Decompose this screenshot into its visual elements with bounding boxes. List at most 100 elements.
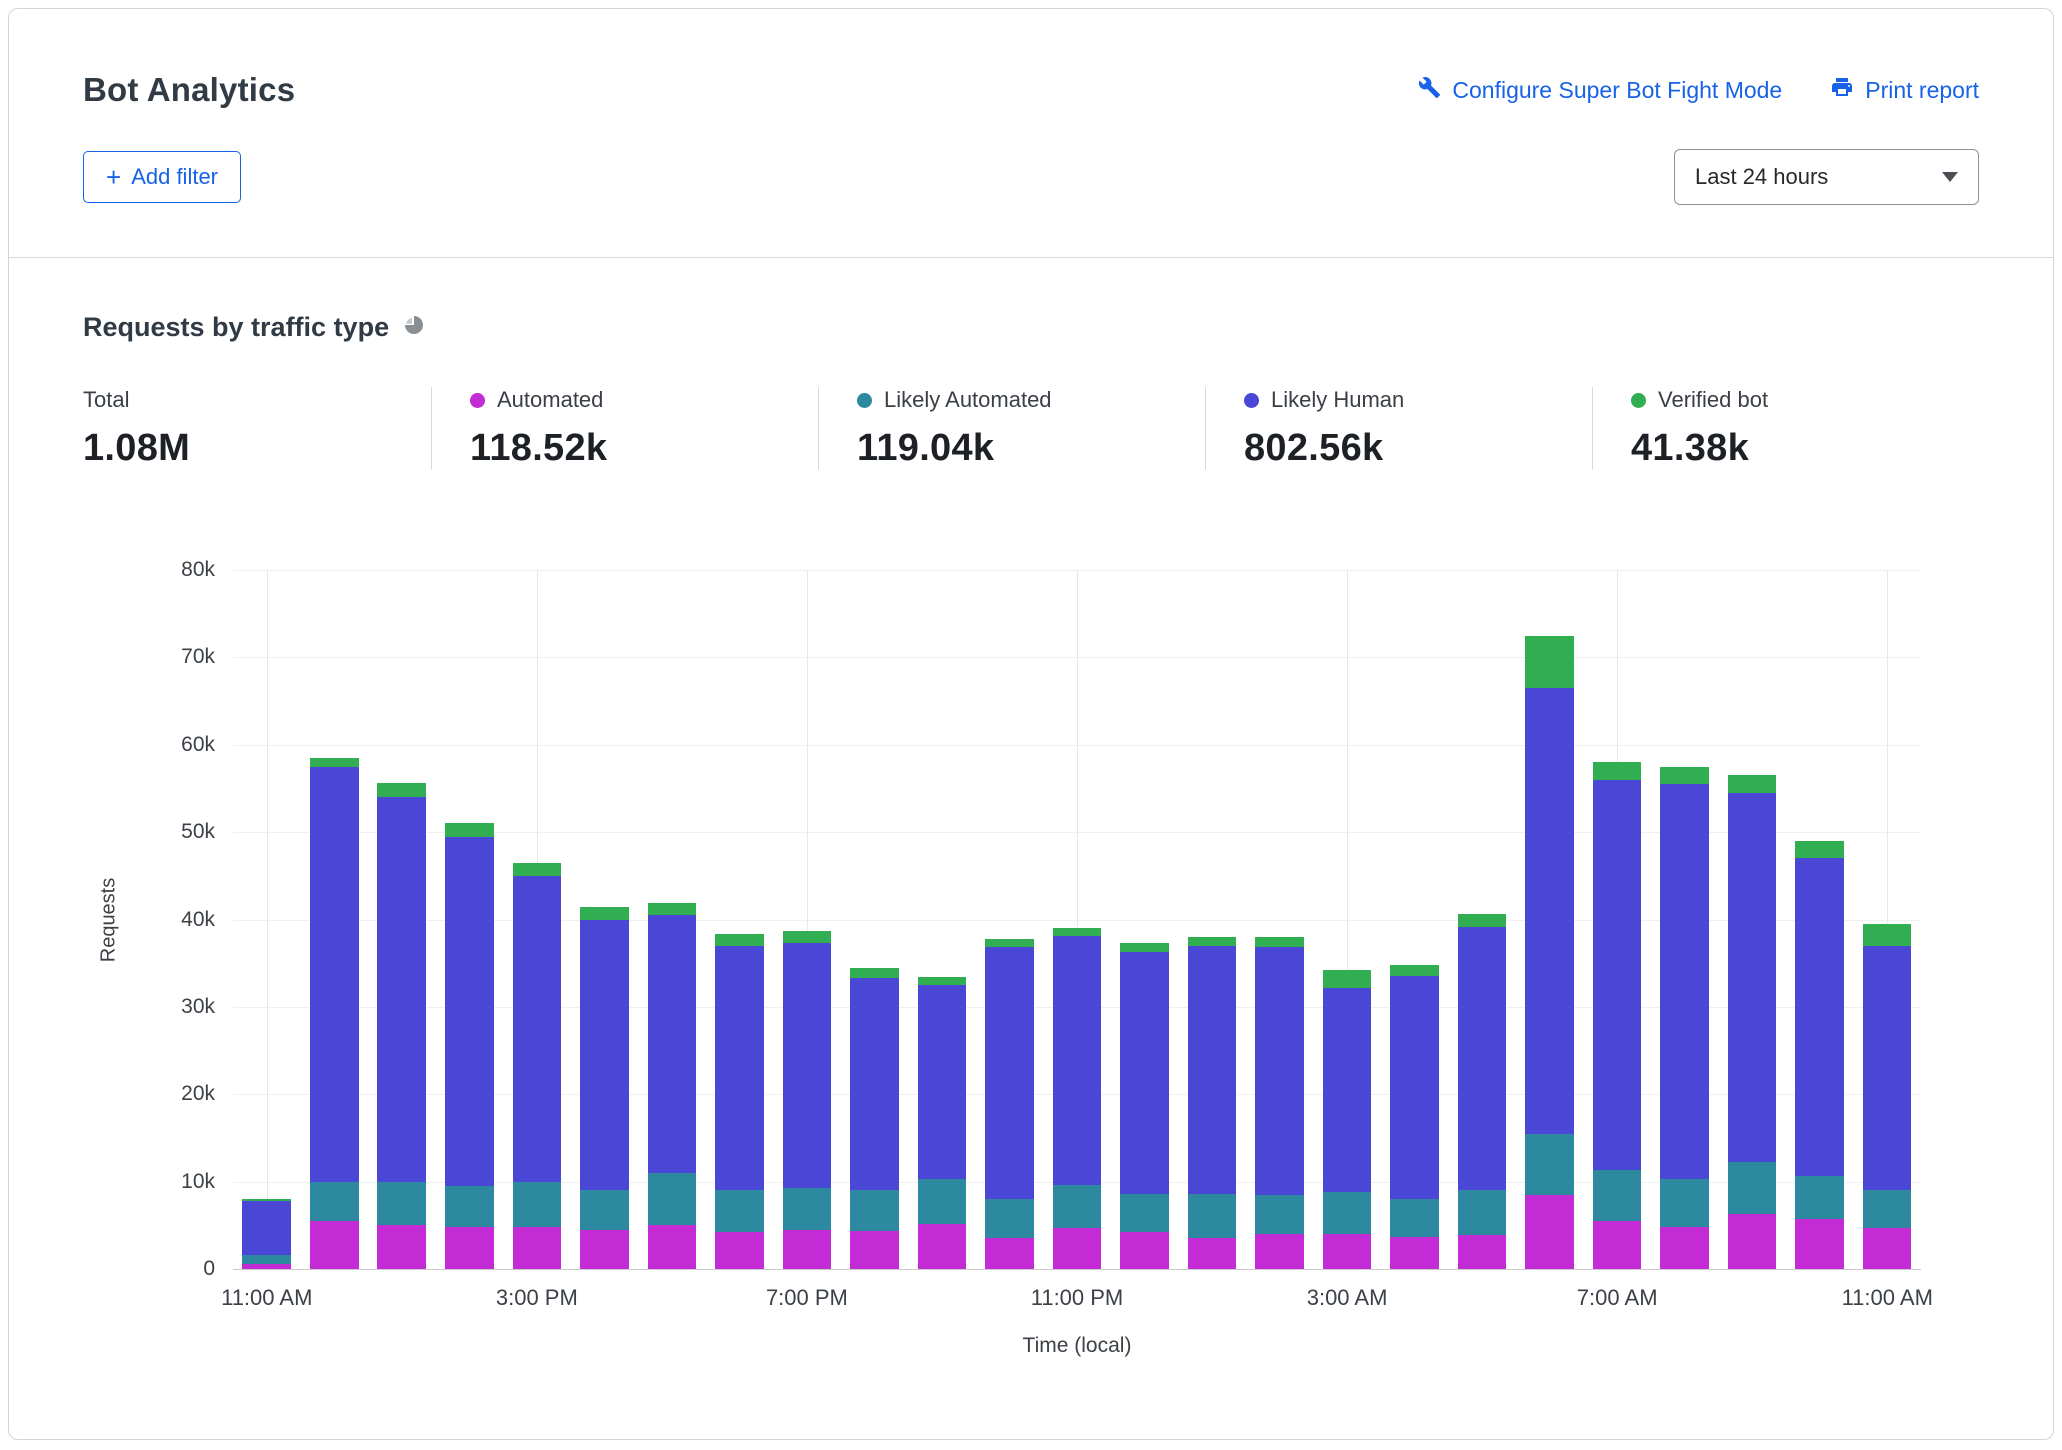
bar-segment-likely-automated[interactable] (242, 1255, 291, 1264)
stacked-bar[interactable] (1255, 937, 1304, 1269)
bar-segment-verified-bot[interactable] (850, 968, 899, 978)
bar-segment-verified-bot[interactable] (1795, 841, 1844, 858)
bar-segment-likely-human[interactable] (580, 920, 629, 1191)
bar-segment-likely-human[interactable] (310, 767, 359, 1182)
bar-segment-automated[interactable] (648, 1225, 697, 1269)
bar-segment-automated[interactable] (1458, 1235, 1507, 1269)
bar-segment-likely-human[interactable] (1188, 946, 1237, 1194)
bar-segment-likely-human[interactable] (1390, 976, 1439, 1199)
bar-segment-automated[interactable] (1525, 1195, 1574, 1269)
bar-segment-verified-bot[interactable] (985, 939, 1034, 948)
bar-segment-verified-bot[interactable] (1390, 965, 1439, 976)
stacked-bar[interactable] (985, 939, 1034, 1269)
bar-segment-verified-bot[interactable] (1120, 943, 1169, 952)
stacked-bar[interactable] (918, 977, 967, 1269)
stacked-bar[interactable] (513, 863, 562, 1269)
stacked-bar[interactable] (1795, 841, 1844, 1269)
bar-segment-likely-automated[interactable] (1390, 1199, 1439, 1237)
bar-segment-verified-bot[interactable] (377, 783, 426, 797)
bar-segment-likely-automated[interactable] (783, 1188, 832, 1230)
bar-segment-likely-human[interactable] (1053, 936, 1102, 1185)
bar-segment-likely-automated[interactable] (1660, 1179, 1709, 1227)
stacked-bar[interactable] (242, 1199, 291, 1269)
stacked-bar[interactable] (1390, 965, 1439, 1269)
bar-segment-likely-automated[interactable] (1458, 1190, 1507, 1235)
bar-segment-verified-bot[interactable] (1863, 924, 1912, 946)
bar-segment-likely-automated[interactable] (985, 1199, 1034, 1237)
bar-segment-verified-bot[interactable] (918, 977, 967, 985)
stacked-bar[interactable] (1188, 937, 1237, 1269)
bar-segment-likely-automated[interactable] (1593, 1170, 1642, 1221)
bar-segment-verified-bot[interactable] (1255, 937, 1304, 947)
bar-segment-likely-automated[interactable] (513, 1182, 562, 1227)
bar-segment-automated[interactable] (513, 1227, 562, 1269)
bar-segment-likely-automated[interactable] (377, 1182, 426, 1226)
time-range-select[interactable]: Last 24 hours (1674, 149, 1979, 205)
bar-segment-likely-automated[interactable] (1863, 1190, 1912, 1228)
bar-segment-verified-bot[interactable] (1323, 970, 1372, 987)
bar-segment-verified-bot[interactable] (715, 934, 764, 946)
bar-segment-automated[interactable] (445, 1227, 494, 1269)
bar-segment-likely-automated[interactable] (1188, 1194, 1237, 1238)
bar-segment-verified-bot[interactable] (1188, 937, 1237, 946)
stacked-bar[interactable] (1728, 775, 1777, 1269)
bar-segment-likely-human[interactable] (1728, 793, 1777, 1162)
bar-segment-verified-bot[interactable] (648, 903, 697, 915)
bar-segment-likely-automated[interactable] (1525, 1134, 1574, 1195)
bar-segment-likely-human[interactable] (1795, 858, 1844, 1175)
bar-segment-verified-bot[interactable] (783, 931, 832, 943)
bar-segment-automated[interactable] (580, 1230, 629, 1269)
bar-segment-likely-human[interactable] (1660, 784, 1709, 1179)
stacked-bar[interactable] (377, 783, 426, 1269)
bar-segment-automated[interactable] (310, 1221, 359, 1269)
stacked-bar[interactable] (580, 907, 629, 1269)
bar-segment-automated[interactable] (1863, 1228, 1912, 1269)
bar-segment-verified-bot[interactable] (513, 863, 562, 876)
bar-segment-verified-bot[interactable] (445, 823, 494, 837)
print-report-link[interactable]: Print report (1830, 75, 1979, 105)
stacked-bar[interactable] (1323, 970, 1372, 1269)
stacked-bar[interactable] (648, 903, 697, 1269)
bar-segment-automated[interactable] (850, 1231, 899, 1269)
bar-segment-likely-human[interactable] (1593, 780, 1642, 1171)
bar-segment-automated[interactable] (918, 1224, 967, 1269)
bar-segment-likely-human[interactable] (1863, 946, 1912, 1191)
bar-segment-automated[interactable] (377, 1225, 426, 1269)
bar-segment-automated[interactable] (1795, 1219, 1844, 1269)
bar-segment-likely-human[interactable] (648, 915, 697, 1173)
bar-segment-likely-automated[interactable] (1728, 1162, 1777, 1214)
bar-segment-likely-human[interactable] (715, 946, 764, 1191)
bar-segment-likely-human[interactable] (850, 978, 899, 1190)
stacked-bar[interactable] (1660, 767, 1709, 1269)
bar-segment-likely-automated[interactable] (715, 1190, 764, 1232)
bar-segment-automated[interactable] (1120, 1232, 1169, 1269)
stacked-bar[interactable] (850, 968, 899, 1269)
bar-segment-likely-automated[interactable] (918, 1179, 967, 1224)
bar-segment-likely-automated[interactable] (1323, 1192, 1372, 1234)
bar-segment-likely-automated[interactable] (445, 1186, 494, 1227)
bar-segment-likely-human[interactable] (242, 1201, 291, 1255)
bar-segment-automated[interactable] (985, 1238, 1034, 1269)
bar-segment-automated[interactable] (1255, 1234, 1304, 1269)
configure-super-bot-fight-mode-link[interactable]: Configure Super Bot Fight Mode (1418, 76, 1782, 105)
stacked-bar[interactable] (1863, 924, 1912, 1269)
bar-segment-likely-automated[interactable] (310, 1182, 359, 1221)
bar-segment-likely-automated[interactable] (1255, 1195, 1304, 1234)
bar-segment-verified-bot[interactable] (1525, 636, 1574, 688)
bar-segment-automated[interactable] (1390, 1237, 1439, 1269)
bar-segment-automated[interactable] (242, 1264, 291, 1269)
stacked-bar[interactable] (1525, 636, 1574, 1269)
bar-segment-verified-bot[interactable] (1728, 775, 1777, 792)
bar-segment-likely-human[interactable] (1323, 988, 1372, 1192)
bar-segment-likely-human[interactable] (1120, 952, 1169, 1194)
bar-segment-likely-human[interactable] (918, 985, 967, 1179)
bar-segment-verified-bot[interactable] (580, 907, 629, 919)
stacked-bar[interactable] (1053, 928, 1102, 1269)
bar-segment-automated[interactable] (1188, 1238, 1237, 1269)
stacked-bar[interactable] (445, 823, 494, 1269)
bar-segment-verified-bot[interactable] (1593, 762, 1642, 779)
bar-segment-likely-human[interactable] (1458, 927, 1507, 1191)
bar-segment-likely-automated[interactable] (648, 1173, 697, 1225)
bar-segment-likely-human[interactable] (783, 943, 832, 1188)
bar-segment-automated[interactable] (715, 1232, 764, 1269)
